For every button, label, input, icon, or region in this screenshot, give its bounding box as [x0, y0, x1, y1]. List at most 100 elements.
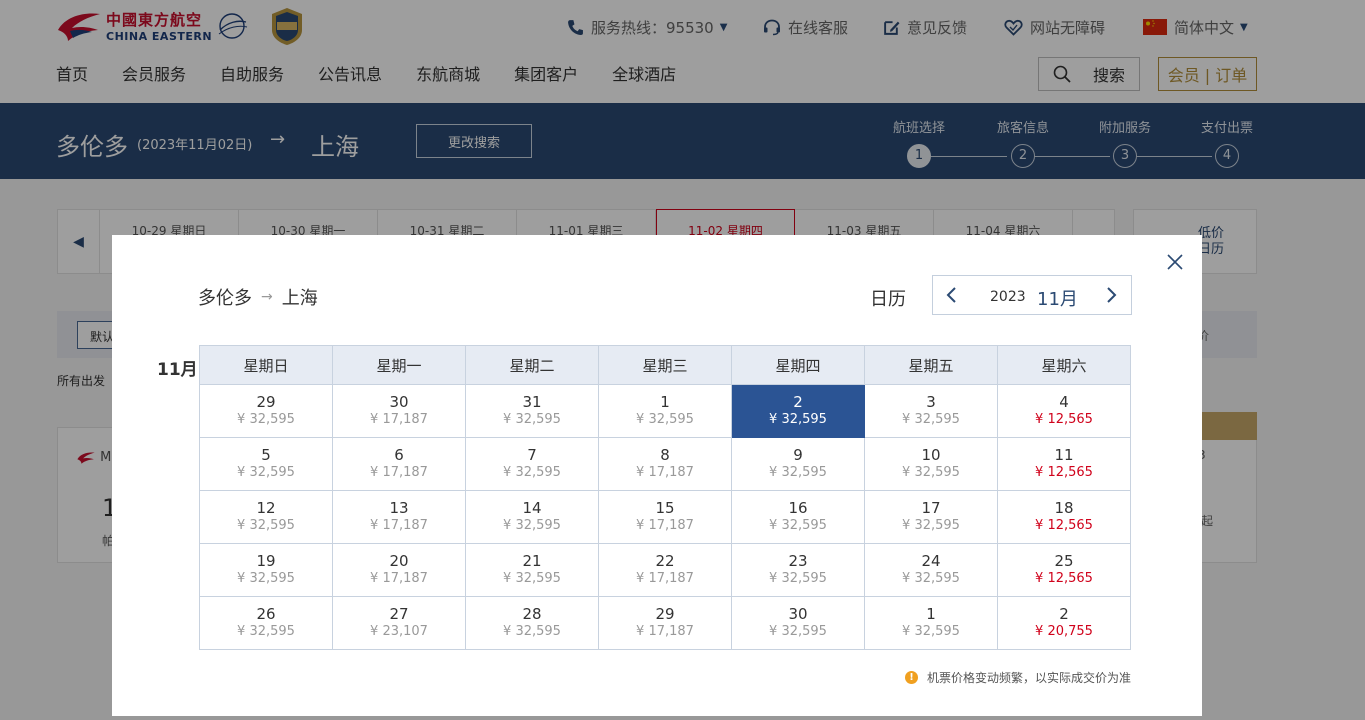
close-icon[interactable] [1164, 251, 1186, 273]
calendar-day-price: ¥ 32,595 [237, 412, 295, 427]
chevron-right-icon[interactable] [1101, 285, 1121, 305]
calendar-day-price: ¥ 32,595 [237, 571, 295, 586]
calendar-day-cell[interactable]: 17 ¥ 32,595 [864, 490, 998, 544]
weekday-header: 星期三 [598, 345, 732, 385]
calendar-day-price: ¥ 32,595 [902, 518, 960, 533]
calendar-day-cell[interactable]: 8 ¥ 17,187 [598, 437, 732, 491]
month-side-label: 11月 [157, 360, 198, 380]
calendar-day-cell[interactable]: 2 ¥ 20,755 [997, 596, 1131, 650]
month-picker: 2023 11月 [932, 275, 1132, 315]
calendar-day-cell[interactable]: 30 ¥ 32,595 [731, 596, 865, 650]
price-disclaimer-text: 机票价格变动频繁，以实际成交价为准 [927, 671, 1132, 685]
calendar-day-price: ¥ 32,595 [237, 518, 295, 533]
calendar-day-number: 12 [256, 499, 276, 517]
calendar-day-cell[interactable]: 5 ¥ 32,595 [199, 437, 333, 491]
calendar-day-number: 19 [256, 552, 276, 570]
modal-origin: 多伦多 [198, 288, 252, 309]
calendar-day-price: ¥ 32,595 [902, 412, 960, 427]
calendar-day-number: 27 [389, 605, 409, 623]
calendar-day-price: ¥ 12,565 [1035, 465, 1093, 480]
calendar-day-number: 17 [921, 499, 941, 517]
calendar-day-cell[interactable]: 20 ¥ 17,187 [332, 543, 466, 597]
calendar-day-cell[interactable]: 31 ¥ 32,595 [465, 384, 599, 438]
modal-destination: 上海 [281, 288, 318, 309]
calendar-day-number: 29 [655, 605, 675, 623]
calendar-day-number: 2 [1059, 605, 1069, 623]
calendar-day-price: ¥ 17,187 [636, 518, 694, 533]
calendar-day-number: 1 [926, 605, 936, 623]
calendar-week-row: 5 ¥ 32,595 6 ¥ 17,187 7 ¥ 32,595 8 ¥ 17,187 9 ¥ 3… [199, 437, 1131, 491]
calendar-day-price: ¥ 32,595 [503, 624, 561, 639]
calendar-day-price: ¥ 17,187 [636, 624, 694, 639]
calendar-day-cell[interactable]: 15 ¥ 17,187 [598, 490, 732, 544]
calendar-day-cell[interactable]: 10 ¥ 32,595 [864, 437, 998, 491]
calendar-day-cell[interactable]: 21 ¥ 32,595 [465, 543, 599, 597]
calendar-day-number: 24 [921, 552, 941, 570]
calendar-day-cell[interactable]: 24 ¥ 32,595 [864, 543, 998, 597]
calendar-day-cell[interactable]: 7 ¥ 32,595 [465, 437, 599, 491]
calendar-day-cell[interactable]: 19 ¥ 32,595 [199, 543, 333, 597]
calendar-day-price: ¥ 12,565 [1035, 412, 1093, 427]
calendar-day-number: 25 [1054, 552, 1074, 570]
calendar-day-number: 26 [256, 605, 276, 623]
calendar-day-cell[interactable]: 28 ¥ 32,595 [465, 596, 599, 650]
weekday-header: 星期五 [864, 345, 998, 385]
calendar-day-cell[interactable]: 14 ¥ 32,595 [465, 490, 599, 544]
calendar-day-price: ¥ 17,187 [636, 465, 694, 480]
calendar-day-price: ¥ 32,595 [769, 518, 827, 533]
chevron-left-icon[interactable] [942, 285, 962, 305]
calendar-day-price: ¥ 32,595 [503, 518, 561, 533]
calendar-day-cell[interactable]: 30 ¥ 17,187 [332, 384, 466, 438]
calendar-day-number: 1 [660, 393, 670, 411]
calendar-day-cell[interactable]: 27 ¥ 23,107 [332, 596, 466, 650]
calendar-day-cell[interactable]: 6 ¥ 17,187 [332, 437, 466, 491]
calendar-day-cell-selected[interactable]: 2 ¥ 32,595 [731, 384, 865, 438]
calendar-day-number: 28 [522, 605, 542, 623]
calendar-day-cell[interactable]: 26 ¥ 32,595 [199, 596, 333, 650]
calendar-week-row: 12 ¥ 32,595 13 ¥ 17,187 14 ¥ 32,595 15 ¥ 17,187… [199, 490, 1131, 544]
calendar-day-cell[interactable]: 3 ¥ 32,595 [864, 384, 998, 438]
low-price-calendar-modal: 多伦多 → 上海 日历 2023 11月 11月 星期日 星期一 星期二 星期三… [112, 235, 1202, 716]
calendar-day-cell[interactable]: 25 ¥ 12,565 [997, 543, 1131, 597]
calendar-day-price: ¥ 20,755 [1035, 624, 1093, 639]
calendar-day-price: ¥ 32,595 [902, 571, 960, 586]
calendar-day-cell[interactable]: 12 ¥ 32,595 [199, 490, 333, 544]
calendar-label: 日历 [870, 289, 906, 310]
calendar-body: 29 ¥ 32,595 30 ¥ 17,187 31 ¥ 32,595 1 ¥ 32,595 2… [199, 384, 1131, 650]
route-arrow-icon: → [261, 289, 273, 305]
calendar-day-price: ¥ 32,595 [237, 624, 295, 639]
calendar-day-cell[interactable]: 29 ¥ 32,595 [199, 384, 333, 438]
modal-route: 多伦多 → 上海 [198, 284, 318, 310]
calendar-week-row: 29 ¥ 32,595 30 ¥ 17,187 31 ¥ 32,595 1 ¥ 32,595 2… [199, 384, 1131, 438]
calendar-day-price: ¥ 32,595 [769, 624, 827, 639]
calendar-day-cell[interactable]: 13 ¥ 17,187 [332, 490, 466, 544]
calendar-day-cell[interactable]: 22 ¥ 17,187 [598, 543, 732, 597]
calendar-day-cell[interactable]: 16 ¥ 32,595 [731, 490, 865, 544]
fare-calendar: 星期日 星期一 星期二 星期三 星期四 星期五 星期六 29 ¥ 32,595 30… [199, 345, 1131, 650]
calendar-day-price: ¥ 17,187 [370, 465, 428, 480]
calendar-day-number: 14 [522, 499, 542, 517]
calendar-day-price: ¥ 32,595 [769, 571, 827, 586]
calendar-day-price: ¥ 17,187 [370, 571, 428, 586]
calendar-day-number: 13 [389, 499, 409, 517]
calendar-day-price: ¥ 32,595 [902, 465, 960, 480]
calendar-day-number: 4 [1059, 393, 1069, 411]
weekday-header-row: 星期日 星期一 星期二 星期三 星期四 星期五 星期六 [199, 345, 1131, 385]
calendar-day-number: 21 [522, 552, 542, 570]
calendar-day-cell[interactable]: 23 ¥ 32,595 [731, 543, 865, 597]
calendar-day-price: ¥ 23,107 [370, 624, 428, 639]
calendar-day-number: 20 [389, 552, 409, 570]
calendar-day-cell[interactable]: 1 ¥ 32,595 [864, 596, 998, 650]
calendar-day-cell[interactable]: 1 ¥ 32,595 [598, 384, 732, 438]
calendar-day-price: ¥ 32,595 [237, 465, 295, 480]
calendar-week-row: 19 ¥ 32,595 20 ¥ 17,187 21 ¥ 32,595 22 ¥ 17,187… [199, 543, 1131, 597]
calendar-day-number: 3 [926, 393, 936, 411]
calendar-month: 11月 [1037, 289, 1078, 310]
calendar-day-number: 22 [655, 552, 675, 570]
calendar-day-cell[interactable]: 18 ¥ 12,565 [997, 490, 1131, 544]
calendar-day-cell[interactable]: 4 ¥ 12,565 [997, 384, 1131, 438]
calendar-day-cell[interactable]: 29 ¥ 17,187 [598, 596, 732, 650]
calendar-day-cell[interactable]: 11 ¥ 12,565 [997, 437, 1131, 491]
calendar-day-price: ¥ 32,595 [769, 465, 827, 480]
calendar-day-cell[interactable]: 9 ¥ 32,595 [731, 437, 865, 491]
